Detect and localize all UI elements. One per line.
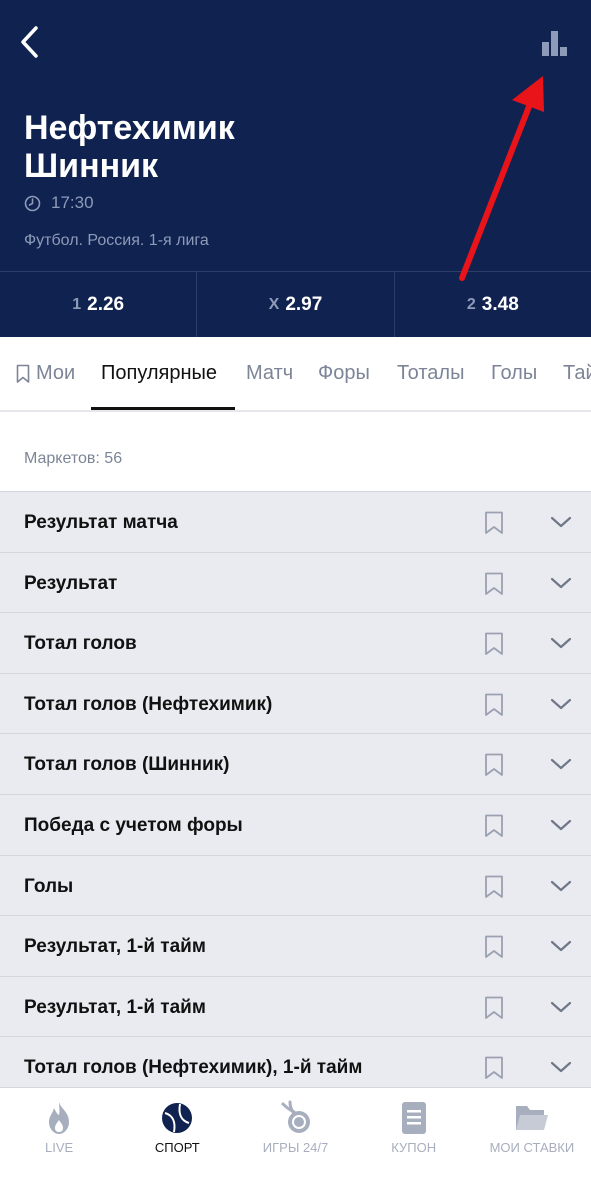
bookmark-icon[interactable]: [483, 511, 505, 535]
tab-handicaps[interactable]: Форы: [318, 337, 370, 410]
market-row[interactable]: Голы: [0, 854, 591, 916]
nav-my-bets[interactable]: МОИ СТАВКИ: [473, 1088, 591, 1192]
market-title: Голы: [24, 875, 74, 897]
chevron-down-icon[interactable]: [549, 1059, 573, 1075]
chevron-down-icon[interactable]: [549, 514, 573, 530]
odd-value: 2.26: [87, 293, 125, 315]
odd-draw[interactable]: X 2.97: [197, 272, 395, 337]
market-row[interactable]: Тотал голов (Шинник): [0, 733, 591, 794]
tab-label: Голы: [491, 362, 538, 384]
bookmark-icon[interactable]: [483, 814, 505, 838]
bookmark-icon[interactable]: [483, 875, 505, 899]
market-title: Тотал голов (Шинник): [24, 754, 230, 776]
markets-count-text: Маркетов: 56: [24, 450, 123, 467]
market-title: Тотал голов (Нефтехимик), 1-й тайм: [24, 1057, 363, 1079]
market-title: Победа с учетом форы: [24, 814, 243, 836]
bookmark-icon[interactable]: [483, 1056, 505, 1080]
odd-away-win[interactable]: 2 3.48: [395, 272, 591, 337]
chevron-left-icon: [21, 26, 38, 58]
tab-label: Мои: [36, 362, 76, 384]
odd-value: 3.48: [481, 293, 519, 315]
bookmark-icon[interactable]: [483, 632, 505, 656]
nav-label: КУПОН: [391, 1140, 437, 1155]
tab-match[interactable]: Матч: [246, 337, 293, 410]
chevron-down-icon[interactable]: [549, 696, 573, 712]
markets-count: Маркетов: 56: [0, 412, 591, 492]
market-tabs: Мои Популярные Матч Форы Тоталы Голы Тай: [0, 337, 591, 412]
tab-my[interactable]: Мои: [16, 337, 75, 410]
folder-icon: [512, 1098, 552, 1138]
market-title: Тотал голов (Нефтехимик): [24, 693, 273, 715]
tab-popular[interactable]: Популярные: [101, 337, 217, 410]
chevron-down-icon[interactable]: [549, 999, 573, 1015]
nav-sport[interactable]: СПОРТ: [118, 1088, 236, 1192]
clock-icon: [24, 195, 41, 211]
market-row[interactable]: Тотал голов (Нефтехимик), 1-й тайм: [0, 1036, 591, 1087]
games-icon: [276, 1098, 316, 1138]
tab-label: Популярные: [101, 362, 218, 384]
nav-games[interactable]: ИГРЫ 24/7: [236, 1088, 354, 1192]
market-row[interactable]: Результат: [0, 551, 591, 613]
tab-label: Тай: [563, 362, 591, 384]
ball-icon: [157, 1098, 197, 1138]
bar-chart-icon: [542, 31, 567, 56]
tab-label: Тоталы: [397, 362, 465, 384]
market-row[interactable]: Результат, 1-й тайм: [0, 915, 591, 976]
nav-live[interactable]: LIVE: [0, 1088, 118, 1192]
active-tab-indicator: [91, 407, 235, 410]
main-odds: 1 2.26 X 2.97 2 3.48: [0, 271, 591, 337]
tab-halves[interactable]: Тай: [563, 337, 591, 410]
market-title: Результат: [24, 572, 118, 594]
bookmark-icon[interactable]: [483, 572, 505, 596]
nav-label: МОИ СТАВКИ: [489, 1140, 575, 1155]
match-time-text: 17:30: [51, 193, 94, 212]
tab-totals[interactable]: Тоталы: [397, 337, 464, 410]
odd-label: X: [268, 295, 280, 313]
match-header: Нефтехимик Шинник 17:30 Футбол. Россия. …: [0, 0, 591, 337]
tab-label: Матч: [246, 362, 294, 384]
market-row[interactable]: Результат, 1-й тайм: [0, 975, 591, 1037]
bottom-navigation: LIVE СПОРТ ИГРЫ 24/7 КУПОН МОИ СТАВКИ: [0, 1087, 591, 1192]
chevron-down-icon[interactable]: [549, 938, 573, 954]
bookmark-icon[interactable]: [483, 996, 505, 1020]
chevron-down-icon[interactable]: [549, 817, 573, 833]
market-row[interactable]: Тотал голов (Нефтехимик): [0, 672, 591, 734]
tab-goals[interactable]: Голы: [491, 337, 537, 410]
markets-list: Результат матча Результат Тотал голов Тотал…: [0, 491, 591, 1087]
tab-label: Форы: [318, 362, 370, 384]
nav-label: LIVE: [45, 1140, 74, 1155]
match-time: 17:30: [24, 192, 94, 214]
market-row[interactable]: Тотал голов: [0, 612, 591, 673]
odd-home-win[interactable]: 1 2.26: [0, 272, 198, 337]
bookmark-icon[interactable]: [483, 935, 505, 959]
bookmark-icon[interactable]: [483, 693, 505, 717]
market-title: Результат, 1-й тайм: [24, 996, 206, 1018]
statistics-button[interactable]: [536, 26, 572, 62]
market-row[interactable]: Результат матча: [0, 491, 591, 552]
back-button[interactable]: [14, 22, 54, 62]
team-away-name: Шинник: [24, 147, 159, 185]
chevron-down-icon[interactable]: [549, 635, 573, 651]
league-name: Футбол. Россия. 1-я лига: [24, 232, 209, 249]
odd-label: 2: [466, 295, 476, 313]
flame-icon: [39, 1098, 79, 1138]
chevron-down-icon[interactable]: [549, 756, 573, 772]
odd-value: 2.97: [285, 293, 323, 315]
nav-label: ИГРЫ 24/7: [262, 1140, 329, 1155]
market-title: Результат, 1-й тайм: [24, 936, 206, 958]
team-home-name: Нефтехимик: [24, 109, 235, 147]
bookmark-icon[interactable]: [483, 753, 505, 777]
bookmark-icon: [16, 364, 30, 383]
nav-label: СПОРТ: [154, 1140, 200, 1155]
coupon-icon: [394, 1098, 434, 1138]
market-row[interactable]: Победа с учетом форы: [0, 793, 591, 855]
chevron-down-icon[interactable]: [549, 575, 573, 591]
market-title: Результат матча: [24, 512, 178, 533]
odd-label: 1: [72, 295, 82, 313]
nav-coupon[interactable]: КУПОН: [355, 1088, 473, 1192]
chevron-down-icon[interactable]: [549, 878, 573, 894]
market-title: Тотал голов: [24, 633, 137, 655]
